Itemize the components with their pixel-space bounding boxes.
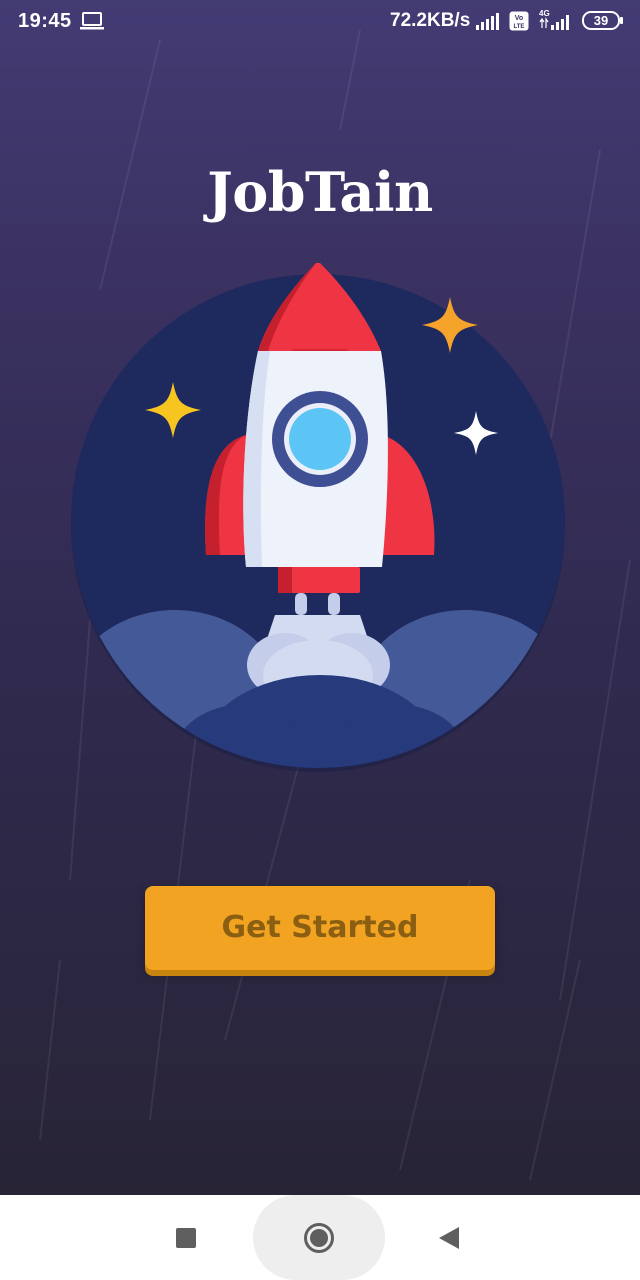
svg-text:4G: 4G [539,9,550,18]
splash-screen: 19:45 72.2KB/s Vo LTE 4G 39 JobTain Get … [0,0,640,1195]
signal-4g-icon: 4G [539,9,569,30]
svg-text:Vo: Vo [515,15,523,22]
laptop-icon [80,12,104,30]
back-triangle-icon[interactable] [437,1225,461,1251]
get-started-button[interactable]: Get Started [145,886,495,970]
battery-icon: 39 [582,11,624,30]
volte-icon: Vo LTE [509,11,529,31]
recents-square-icon[interactable] [176,1228,196,1248]
signal-icon [476,13,499,30]
status-bar: 19:45 72.2KB/s Vo LTE 4G 39 [0,0,640,44]
home-circle-icon[interactable] [303,1222,335,1254]
app-title: JobTain [207,160,433,224]
navigation-bar [0,1195,640,1280]
svg-text:LTE: LTE [514,24,525,30]
rocket-illustration [71,263,565,772]
clock: 19:45 [18,10,72,32]
network-speed: 72.2KB/s [390,10,471,31]
battery-level: 39 [593,13,609,28]
